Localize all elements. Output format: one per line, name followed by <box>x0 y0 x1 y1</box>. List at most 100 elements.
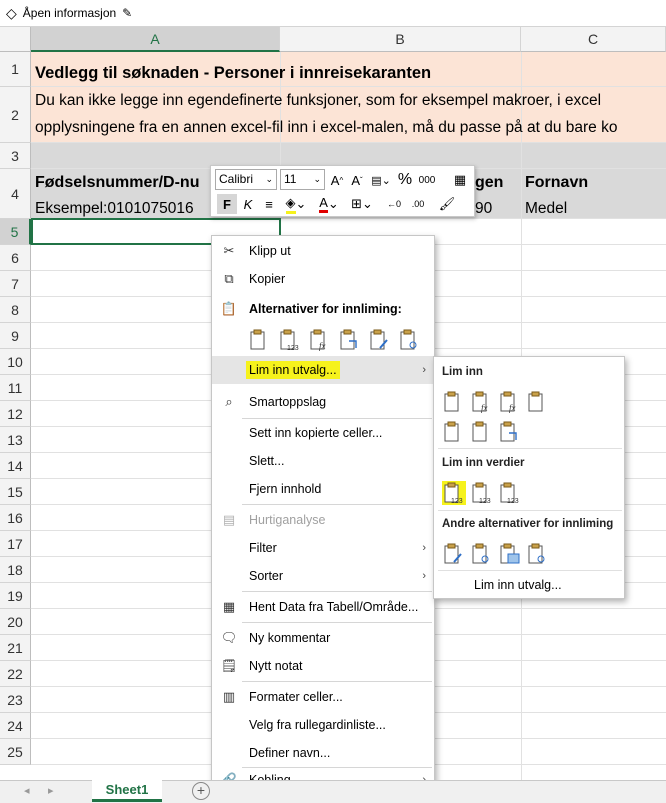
scissors-icon: ✂ <box>223 243 235 258</box>
row-header[interactable]: 4 <box>0 169 31 219</box>
paste-formulas-icon[interactable]: fx <box>470 390 494 414</box>
row-header[interactable]: 7 <box>0 271 31 297</box>
menu-pick-list[interactable]: Velg fra rullegardinliste... <box>212 711 434 739</box>
menu-new-note[interactable]: 🗒 Nytt notat <box>212 652 434 680</box>
context-menu: ✂ Klipp ut ⧉ Kopier 📋 Alternativer for innl… <box>211 235 435 796</box>
row-header[interactable]: 21 <box>0 635 31 661</box>
menu-format-cells[interactable]: ▥ Formater celler... <box>212 683 434 711</box>
format-table-icon[interactable]: ▦ <box>451 170 469 190</box>
column-header-b[interactable]: B <box>280 27 521 52</box>
row-header[interactable]: 18 <box>0 557 31 583</box>
menu-filter[interactable]: Filter › <box>212 534 434 562</box>
paste-special-submenu: Lim inn fx fx Lim inn verdier 123 123 12… <box>433 356 625 599</box>
row-header[interactable]: 25 <box>0 739 31 765</box>
edit-pencil-icon[interactable]: ✎ <box>122 6 132 20</box>
borders-icon[interactable]: ⊞⌄ <box>349 194 375 214</box>
paste-no-borders-icon[interactable] <box>442 420 466 444</box>
header-a: Fødselsnummer/D-nu <box>35 174 200 191</box>
row-header[interactable]: 6 <box>0 245 31 271</box>
info-label[interactable]: Åpen informasjon <box>23 6 116 20</box>
mini-toolbar: Calibri ⌄ 11 ⌄ A ^ Aˇ ▤⌄ % 000 ▦ F K ≡ ◈ ⌄ A… <box>210 165 475 217</box>
column-header-c[interactable]: C <box>521 27 666 52</box>
paste-icon[interactable] <box>442 390 466 414</box>
grow-font-icon[interactable]: A ^ <box>328 170 346 190</box>
example-a: Eksempel:0101075016 <box>35 200 194 217</box>
paste-values-source-format-icon[interactable]: 123 <box>498 481 522 505</box>
menu-paste-special[interactable]: Lim inn utvalg... › <box>212 356 434 384</box>
row-header[interactable]: 22 <box>0 661 31 687</box>
add-sheet-icon[interactable]: + <box>192 782 210 800</box>
format-painter-icon[interactable]: 🖌 <box>437 194 457 214</box>
row-header[interactable]: 3 <box>0 143 31 169</box>
paste-formulas-icon[interactable]: fx <box>308 328 332 352</box>
paste-link-icon[interactable] <box>470 542 494 566</box>
paste-icon[interactable] <box>248 328 272 352</box>
column-header-a[interactable]: A <box>31 27 280 52</box>
paste-values-icon[interactable]: 123 <box>442 481 466 505</box>
paste-picture-icon[interactable] <box>498 542 522 566</box>
number-format-icon[interactable]: ▤⌄ <box>369 170 393 190</box>
shrink-font-icon[interactable]: Aˇ <box>348 170 366 190</box>
row-header[interactable]: 20 <box>0 609 31 635</box>
row-header[interactable]: 14 <box>0 453 31 479</box>
paste-formulas-number-format-icon[interactable]: fx <box>498 390 522 414</box>
font-size-select[interactable]: 11 ⌄ <box>280 169 325 190</box>
bold-button[interactable]: F <box>217 194 237 214</box>
paste-formatting-icon[interactable] <box>368 328 392 352</box>
row-header[interactable]: 12 <box>0 401 31 427</box>
row-header[interactable]: 19 <box>0 583 31 609</box>
tag-icon: ◇ <box>6 4 17 21</box>
menu-define-name[interactable]: Definer navn... <box>212 739 434 767</box>
decrease-decimal-icon[interactable]: .00 <box>407 194 429 214</box>
paste-link-icon[interactable] <box>398 328 422 352</box>
menu-get-data[interactable]: ▦ Hent Data fra Tabell/Område... <box>212 593 434 621</box>
menu-smart-lookup[interactable]: ⌕ Smartoppslag <box>212 388 434 416</box>
sheet-tab[interactable]: Sheet1 <box>92 780 162 802</box>
row-header[interactable]: 9 <box>0 323 31 349</box>
search-icon: ⌕ <box>225 394 233 409</box>
font-name-select[interactable]: Calibri ⌄ <box>215 169 277 190</box>
paste-values-icon[interactable]: 123 <box>278 328 302 352</box>
row-header[interactable]: 24 <box>0 713 31 739</box>
menu-delete[interactable]: Slett... <box>212 447 434 475</box>
row-header[interactable]: 5 <box>0 219 31 245</box>
paste-keep-source-format-icon[interactable] <box>526 390 550 414</box>
row-header[interactable]: 13 <box>0 427 31 453</box>
paste-keep-column-widths-icon[interactable] <box>470 420 494 444</box>
select-all-corner[interactable] <box>0 27 31 52</box>
row-header[interactable]: 8 <box>0 297 31 323</box>
scroll-left-icon[interactable]: ◂ <box>24 784 30 797</box>
row-header[interactable]: 10 <box>0 349 31 375</box>
row-header[interactable]: 11 <box>0 375 31 401</box>
row-header[interactable]: 16 <box>0 505 31 531</box>
submenu-paste-special[interactable]: Lim inn utvalg... <box>474 578 562 592</box>
menu-new-comment[interactable]: 🗨 Ny kommentar <box>212 624 434 652</box>
chevron-right-icon: › <box>422 364 426 376</box>
paste-transpose-icon[interactable] <box>338 328 362 352</box>
row-header[interactable]: 1 <box>0 52 31 87</box>
menu-cut[interactable]: ✂ Klipp ut <box>212 237 434 265</box>
row-header[interactable]: 15 <box>0 479 31 505</box>
font-color-icon[interactable]: A ⌄ <box>315 194 343 214</box>
row-header[interactable]: 17 <box>0 531 31 557</box>
thousands-separator-icon[interactable]: 000 <box>416 170 438 190</box>
align-center-icon[interactable]: ≡ <box>260 194 278 214</box>
fill-color-icon[interactable]: ◈ ⌄ <box>282 194 310 214</box>
menu-insert-copied[interactable]: Sett inn kopierte celler... <box>212 419 434 447</box>
paste-linked-picture-icon[interactable] <box>526 542 550 566</box>
menu-copy[interactable]: ⧉ Kopier <box>212 265 434 293</box>
scroll-right-icon[interactable]: ▸ <box>48 784 54 797</box>
percent-icon[interactable]: % <box>396 170 414 190</box>
row-header[interactable]: 2 <box>0 87 31 143</box>
paste-icons-row: 123 fx <box>248 328 428 354</box>
menu-clear[interactable]: Fjern innhold <box>212 475 434 503</box>
paste-formatting-icon[interactable] <box>442 542 466 566</box>
paste-values-number-format-icon[interactable]: 123 <box>470 481 494 505</box>
increase-decimal-icon[interactable]: ←0 <box>383 194 405 214</box>
menu-sort[interactable]: Sorter › <box>212 562 434 590</box>
quick-analysis-icon: ▤ <box>222 512 236 527</box>
row-header[interactable]: 23 <box>0 687 31 713</box>
sheet-note-line-2: opplysningene fra en annen excel-fil inn… <box>35 119 618 136</box>
paste-transpose-icon[interactable] <box>498 420 522 444</box>
italic-button[interactable]: K <box>239 194 257 214</box>
